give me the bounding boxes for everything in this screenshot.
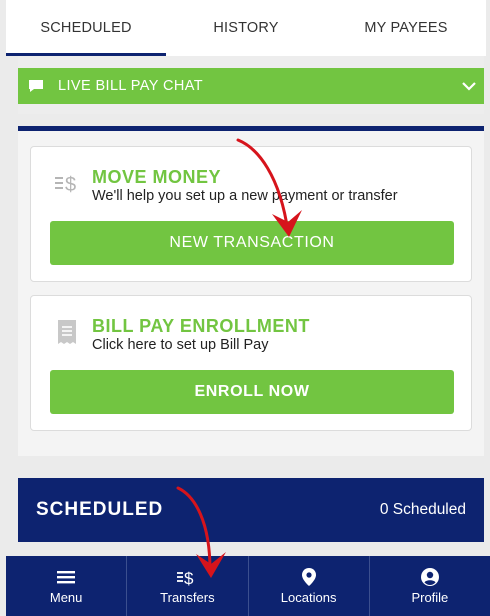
nav-transfers[interactable]: $ Transfers xyxy=(127,556,249,616)
hamburger-icon xyxy=(57,567,76,587)
move-money-title: MOVE MONEY xyxy=(92,167,222,187)
svg-text:$: $ xyxy=(184,569,194,587)
new-transaction-button[interactable]: NEW TRANSACTION xyxy=(50,221,454,265)
tab-scheduled[interactable]: SCHEDULED xyxy=(6,0,166,56)
user-circle-icon xyxy=(420,567,439,587)
transfer-dollar-icon: $ xyxy=(176,567,198,587)
nav-profile[interactable]: Profile xyxy=(370,556,490,616)
bill-pay-enrollment-card: BILL PAY ENROLLMENT Click here to set up… xyxy=(30,295,472,431)
actions-panel: $ MOVE MONEY We'll help you set up a new… xyxy=(18,126,484,456)
nav-menu[interactable]: Menu xyxy=(6,556,128,616)
tab-bar: SCHEDULED HISTORY MY PAYEES xyxy=(6,0,486,56)
chat-bubble-icon xyxy=(28,78,46,94)
scheduled-header[interactable]: SCHEDULED 0 Scheduled xyxy=(18,478,484,542)
nav-locations[interactable]: Locations xyxy=(249,556,370,616)
live-chat-label: LIVE BILL PAY CHAT xyxy=(58,78,204,94)
bottom-navigation: Menu $ Transfers Locations Profile xyxy=(6,556,490,616)
receipt-icon xyxy=(53,318,81,346)
nav-menu-label: Menu xyxy=(49,590,83,605)
live-chat-bar[interactable]: LIVE BILL PAY CHAT xyxy=(18,68,484,104)
nav-profile-label: Profile xyxy=(411,590,449,605)
bill-pay-screen: SCHEDULED HISTORY MY PAYEES LIVE BILL PA… xyxy=(0,0,490,616)
chevron-down-icon[interactable] xyxy=(454,81,484,91)
tab-my-payees[interactable]: MY PAYEES xyxy=(326,0,486,56)
tab-history[interactable]: HISTORY xyxy=(166,0,326,56)
enroll-now-button[interactable]: ENROLL NOW xyxy=(50,370,454,414)
svg-text:$: $ xyxy=(65,174,76,196)
nav-transfers-label: Transfers xyxy=(160,590,215,605)
chat-section: LIVE BILL PAY CHAT xyxy=(18,56,484,114)
scheduled-count: 0 Scheduled xyxy=(379,501,466,518)
enrollment-subtitle: Click here to set up Bill Pay xyxy=(92,337,269,353)
location-pin-icon xyxy=(301,567,316,587)
scheduled-title: SCHEDULED xyxy=(36,499,164,520)
transfer-dollar-icon: $ xyxy=(53,169,81,197)
nav-locations-label: Locations xyxy=(280,590,337,605)
move-money-card: $ MOVE MONEY We'll help you set up a new… xyxy=(30,146,472,282)
enrollment-title: BILL PAY ENROLLMENT xyxy=(92,316,310,336)
move-money-subtitle: We'll help you set up a new payment or t… xyxy=(92,188,398,204)
